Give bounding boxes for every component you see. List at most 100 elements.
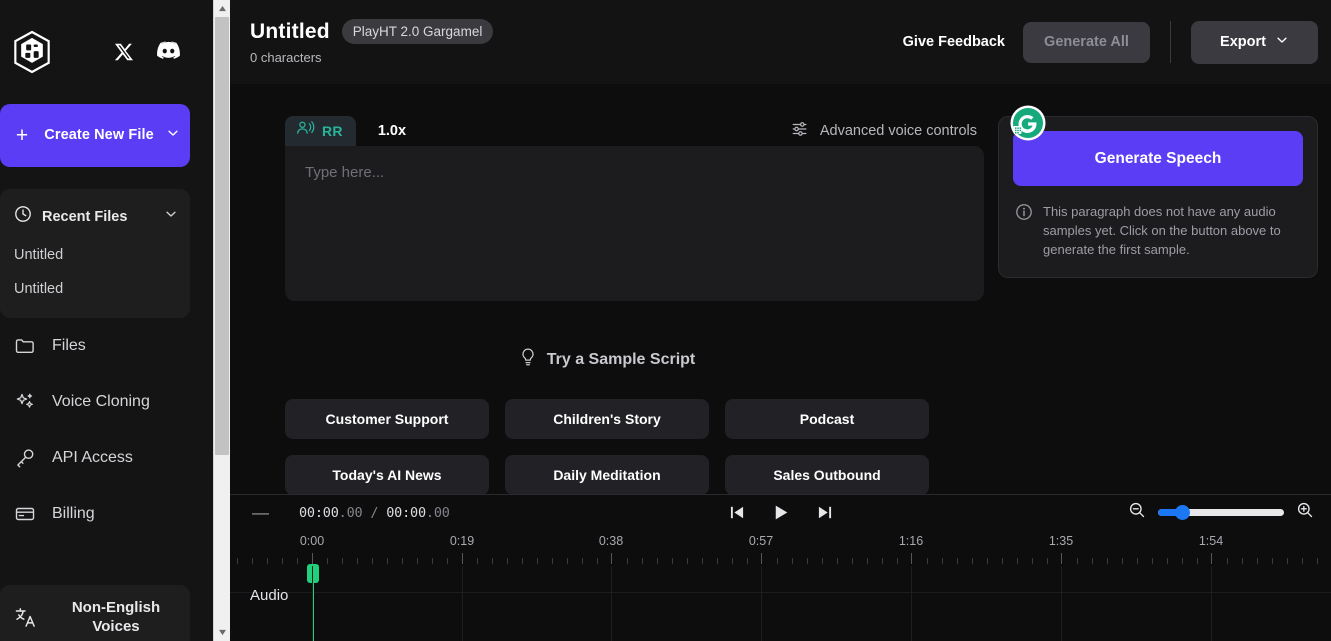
sample-script-button[interactable]: Sales Outbound — [725, 455, 929, 495]
collapse-player-button[interactable]: — — [252, 504, 269, 521]
timeline-minor-tick — [507, 558, 508, 564]
timeline-zoom-slider[interactable] — [1158, 505, 1284, 520]
timeline-minor-tick — [1287, 558, 1288, 564]
timeline-tick-label: 1:16 — [898, 534, 924, 548]
sample-scripts-title[interactable]: Try a Sample Script — [285, 347, 929, 372]
sidebar-item-non-english-voices[interactable]: Non-English Voices — [0, 585, 190, 641]
timeline-minor-tick — [522, 558, 523, 564]
timeline-minor-tick — [927, 558, 928, 564]
credit-card-icon — [14, 503, 36, 525]
sidebar-item-files[interactable]: Files — [0, 318, 213, 374]
timeline-minor-tick — [852, 558, 853, 564]
create-new-file-button[interactable]: + Create New File — [0, 104, 190, 167]
timeline-minor-tick — [867, 558, 868, 564]
timeline-minor-tick — [777, 558, 778, 564]
timeline-minor-tick — [1122, 558, 1123, 564]
timeline-tick-label: 0:38 — [598, 534, 624, 548]
scroll-up-arrow[interactable] — [214, 0, 230, 17]
recent-files-label: Recent Files — [42, 208, 128, 225]
recent-file-item[interactable]: Untitled — [0, 272, 190, 306]
timeline[interactable]: 0:00 0:19 0:38 0:57 1:16 1:35 1:54 Audio — [230, 530, 1331, 641]
sidebar-item-billing[interactable]: Billing — [0, 486, 213, 542]
advanced-voice-controls-button[interactable]: Advanced voice controls — [791, 120, 984, 142]
create-new-file-label: Create New File — [44, 127, 154, 144]
timeline-minor-tick — [747, 558, 748, 564]
timeline-ruler[interactable]: 0:00 0:19 0:38 0:57 1:16 1:35 1:54 — [230, 530, 1331, 566]
voice-name: RR — [322, 123, 343, 139]
timeline-minor-tick — [492, 558, 493, 564]
timeline-minor-tick — [342, 558, 343, 564]
sample-scripts-grid: Customer Support Children's Story Podcas… — [285, 399, 929, 495]
divider — [1170, 21, 1171, 63]
timeline-minor-tick — [1242, 558, 1243, 564]
recent-files-toggle[interactable]: Recent Files — [0, 195, 190, 238]
timeline-minor-tick — [582, 558, 583, 564]
timeline-gridline — [611, 566, 612, 641]
model-badge[interactable]: PlayHT 2.0 Gargamel — [341, 19, 494, 44]
timeline-minor-tick — [1092, 558, 1093, 564]
zoom-in-icon[interactable] — [1296, 501, 1314, 524]
chevron-down-icon[interactable] — [164, 207, 178, 226]
character-count: 0 characters — [250, 50, 322, 65]
plus-icon: + — [15, 124, 29, 147]
sample-script-button[interactable]: Customer Support — [285, 399, 489, 439]
scroll-down-arrow[interactable] — [214, 624, 230, 641]
zoom-slider-handle[interactable] — [1175, 505, 1190, 520]
timeline-minor-tick — [297, 558, 298, 564]
timeline-minor-tick — [1197, 558, 1198, 564]
sample-script-button[interactable]: Today's AI News — [285, 455, 489, 495]
timeline-minor-tick — [687, 558, 688, 564]
sample-script-button[interactable]: Podcast — [725, 399, 929, 439]
x-twitter-icon[interactable] — [113, 41, 135, 63]
timeline-major-tick — [1211, 553, 1212, 564]
timeline-minor-tick — [987, 558, 988, 564]
scrollbar-thumb[interactable] — [215, 17, 229, 455]
timeline-minor-tick — [702, 558, 703, 564]
generate-column: Generate Speech This paragraph does not … — [998, 105, 1318, 278]
timeline-minor-tick — [1002, 558, 1003, 564]
total-time: 00:00 — [386, 504, 426, 521]
timeline-minor-tick — [972, 558, 973, 564]
timeline-minor-tick — [1302, 558, 1303, 564]
sidebar: + Create New File Recent Files Untitled … — [0, 0, 213, 641]
give-feedback-button[interactable]: Give Feedback — [903, 34, 1005, 50]
sidebar-item-api-access[interactable]: API Access — [0, 430, 213, 486]
discord-icon[interactable] — [157, 41, 180, 63]
timeline-minor-tick — [1107, 558, 1108, 564]
app-root: + Create New File Recent Files Untitled … — [0, 0, 1331, 641]
page-scrollbar[interactable] — [213, 0, 230, 641]
playhead-handle[interactable] — [307, 564, 319, 583]
chevron-down-icon[interactable] — [166, 126, 180, 145]
export-button[interactable]: Export — [1191, 20, 1318, 64]
zoom-controls — [1128, 501, 1314, 524]
play-button[interactable] — [771, 502, 792, 523]
translate-icon — [14, 606, 36, 628]
script-placeholder: Type here... — [305, 164, 385, 181]
sidebar-item-label: Non-English Voices — [71, 598, 161, 635]
recent-file-item[interactable]: Untitled — [0, 238, 190, 272]
timeline-minor-tick — [792, 558, 793, 564]
timeline-minor-tick — [732, 558, 733, 564]
playht-logo[interactable] — [12, 30, 52, 74]
skip-to-end-button[interactable] — [816, 503, 835, 522]
timeline-tick-label: 0:57 — [748, 534, 774, 548]
timeline-gridline — [911, 566, 912, 641]
sample-script-button[interactable]: Daily Meditation — [505, 455, 709, 495]
generate-speech-button[interactable]: Generate Speech — [1013, 131, 1303, 186]
timeline-gridline — [1211, 566, 1212, 641]
skip-to-start-button[interactable] — [728, 503, 747, 522]
zoom-out-icon[interactable] — [1128, 501, 1146, 524]
timeline-minor-tick — [1317, 558, 1318, 564]
grammarly-icon[interactable] — [1008, 104, 1048, 144]
sample-script-button[interactable]: Children's Story — [505, 399, 709, 439]
script-text-input[interactable]: Type here... — [285, 146, 984, 301]
page-title[interactable]: Untitled — [250, 20, 330, 44]
timeline-minor-tick — [1167, 558, 1168, 564]
timeline-minor-tick — [1017, 558, 1018, 564]
generate-all-button[interactable]: Generate All — [1023, 21, 1150, 63]
generate-panel: Generate Speech This paragraph does not … — [998, 105, 1318, 278]
voice-selector-tab[interactable]: RR — [285, 116, 356, 146]
timeline-minor-tick — [957, 558, 958, 564]
sidebar-item-voice-cloning[interactable]: Voice Cloning — [0, 374, 213, 430]
playback-speed[interactable]: 1.0x — [378, 123, 406, 139]
